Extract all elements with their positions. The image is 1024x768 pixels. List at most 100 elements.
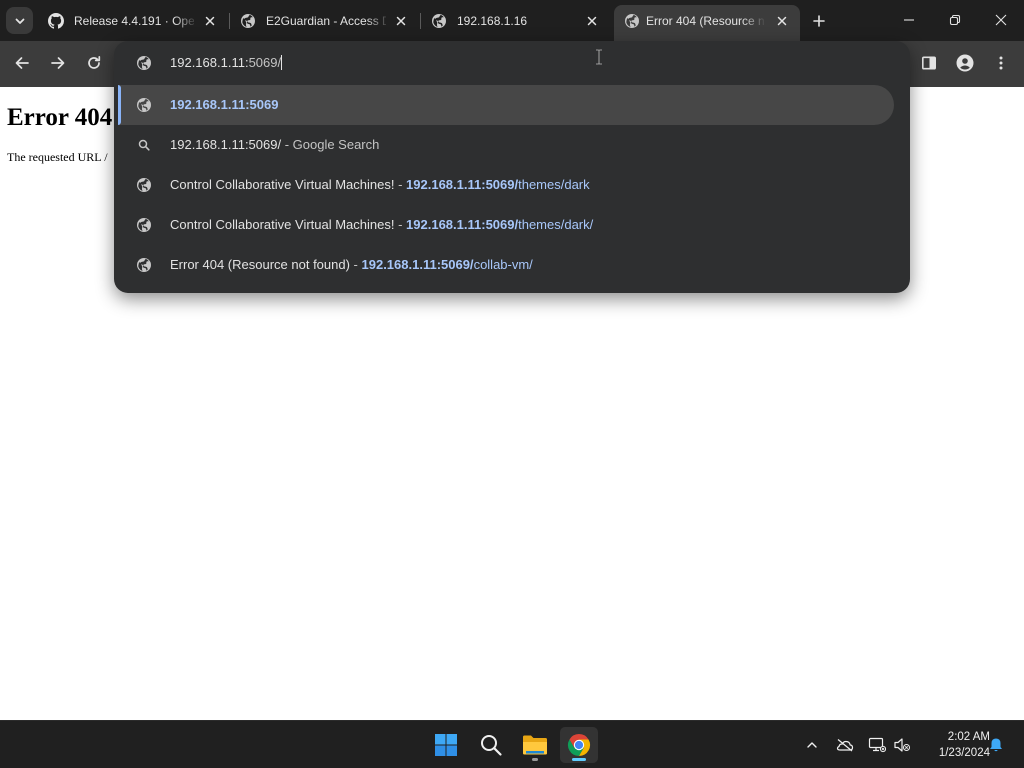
show-hidden-icons-button[interactable] [802, 735, 822, 755]
running-indicator [532, 758, 538, 761]
arrow-right-icon [51, 57, 65, 69]
suggestion-title: 192.168.1.11:5069/ [170, 137, 282, 152]
github-icon [48, 13, 64, 29]
taskbar: 2:02 AM 1/23/2024 [0, 720, 1024, 768]
suggestion-separator: - [349, 257, 362, 272]
suggestion-row[interactable]: Error 404 (Resource not found) - 192.168… [118, 245, 894, 285]
tab-close-button[interactable] [773, 12, 791, 30]
close-icon [587, 16, 597, 26]
chevron-down-icon [15, 18, 24, 24]
arrow-left-icon [15, 57, 29, 69]
suggestion-text: 192.168.1.11:5069/ - Google Search [170, 137, 379, 153]
new-tab-button[interactable] [809, 11, 829, 31]
taskbar-chrome[interactable] [560, 727, 598, 763]
suggestion-separator: - [394, 177, 407, 192]
tab-192-168-1-16[interactable]: 192.168.1.16 [421, 5, 611, 37]
suggestion-url: 192.168.1.11:5069/collab-vm/ [361, 257, 533, 272]
close-icon [396, 16, 406, 26]
address-bar[interactable]: 192.168.1.11:5069/ [114, 41, 910, 85]
chevron-up-icon [807, 742, 817, 748]
clock[interactable]: 2:02 AM 1/23/2024 [916, 729, 990, 761]
menu-button[interactable] [990, 52, 1012, 74]
tab-e2guardian[interactable]: E2Guardian - Access D [230, 5, 420, 37]
tab-error-404[interactable]: Error 404 (Resource no [614, 5, 800, 41]
address-autocomplete: 5069/ [248, 55, 282, 70]
omnibox-dropdown: 192.168.1.11:5069/ 192.168.1.11:5069 192… [114, 41, 910, 293]
suggestion-description: - Google Search [281, 137, 380, 152]
tab-title: 192.168.1.16 [457, 14, 528, 28]
network-icon [868, 737, 886, 753]
tab-search-button[interactable] [6, 7, 33, 34]
suggestion-title: Control Collaborative Virtual Machines! [170, 177, 395, 192]
minimize-icon [904, 19, 914, 21]
globe-icon [137, 218, 151, 232]
taskbar-file-explorer[interactable] [516, 727, 554, 763]
suggestion-url: 192.168.1.11:5069/themes/dark [406, 177, 590, 192]
globe-icon [137, 258, 151, 272]
side-panel-button[interactable] [918, 52, 940, 74]
suggestion-separator: - [394, 217, 407, 232]
suggestion-row[interactable]: 192.168.1.11:5069 [118, 85, 894, 125]
search-icon [481, 735, 502, 756]
suggestion-title: Error 404 (Resource not found) [170, 257, 350, 272]
tab-close-button[interactable] [583, 12, 601, 30]
forward-button[interactable] [47, 52, 69, 74]
globe-icon [625, 14, 639, 28]
text-cursor-icon [596, 49, 602, 65]
side-panel-icon [921, 56, 936, 70]
tab-close-button[interactable] [201, 12, 219, 30]
title-fade [174, 11, 198, 31]
suggestion-row[interactable]: Control Collaborative Virtual Machines! … [118, 165, 894, 205]
suggestion-row[interactable]: Control Collaborative Virtual Machines! … [118, 205, 894, 245]
tab-strip: Release 4.4.191 · Open E2Guardian - Acce… [0, 0, 1024, 41]
profile-icon [956, 54, 974, 72]
suggestion-row[interactable]: 192.168.1.11:5069/ - Google Search [118, 125, 894, 165]
reload-icon [88, 55, 101, 69]
tab-close-button[interactable] [392, 12, 410, 30]
tab-release[interactable]: Release 4.4.191 · Open [38, 5, 228, 37]
page-message: The requested URL / [7, 150, 108, 164]
volume-button[interactable] [892, 735, 912, 755]
page-heading: Error 404 [7, 104, 113, 131]
taskbar-search-button[interactable] [472, 727, 510, 763]
clock-date: 1/23/2024 [938, 747, 990, 759]
selection-indicator [118, 85, 121, 125]
address-input[interactable]: 192.168.1.11:5069/ [170, 55, 283, 71]
restore-icon [949, 14, 961, 26]
close-icon [205, 16, 215, 26]
globe-icon [241, 14, 255, 28]
reload-button[interactable] [83, 52, 105, 74]
windows-start-icon [435, 734, 457, 756]
suggestion-text: Control Collaborative Virtual Machines! … [170, 177, 590, 193]
suggestion-url: 192.168.1.11:5069/themes/dark/ [406, 217, 594, 232]
suggestion-url: 192.168.1.11:5069 [170, 97, 279, 112]
start-button[interactable] [427, 727, 465, 763]
close-window-button[interactable] [990, 10, 1012, 30]
plus-icon [813, 15, 825, 27]
title-fade [366, 11, 390, 31]
kebab-menu-icon [999, 56, 1003, 70]
globe-icon [432, 14, 446, 28]
back-button[interactable] [11, 52, 33, 74]
active-indicator [572, 758, 586, 761]
globe-icon [137, 98, 151, 112]
suggestion-title: Control Collaborative Virtual Machines! [170, 217, 395, 232]
volume-muted-icon [894, 738, 910, 752]
network-button[interactable] [867, 735, 887, 755]
onedrive-offline-icon [836, 739, 854, 752]
close-icon [777, 16, 787, 26]
clock-time: 2:02 AM [947, 731, 990, 743]
onedrive-button[interactable] [835, 735, 855, 755]
folder-icon [523, 735, 547, 755]
title-fade [742, 11, 766, 31]
chrome-icon [567, 734, 591, 756]
minimize-button[interactable] [898, 10, 920, 30]
bell-icon [990, 738, 1002, 752]
suggestion-text: 192.168.1.11:5069 [170, 97, 278, 113]
profile-button[interactable] [954, 52, 976, 74]
address-typed: 192.168.1.11: [170, 55, 249, 70]
suggestion-text: Control Collaborative Virtual Machines! … [170, 217, 593, 233]
globe-icon [137, 56, 151, 70]
restore-button[interactable] [944, 10, 966, 30]
notification-button[interactable] [986, 735, 1006, 755]
